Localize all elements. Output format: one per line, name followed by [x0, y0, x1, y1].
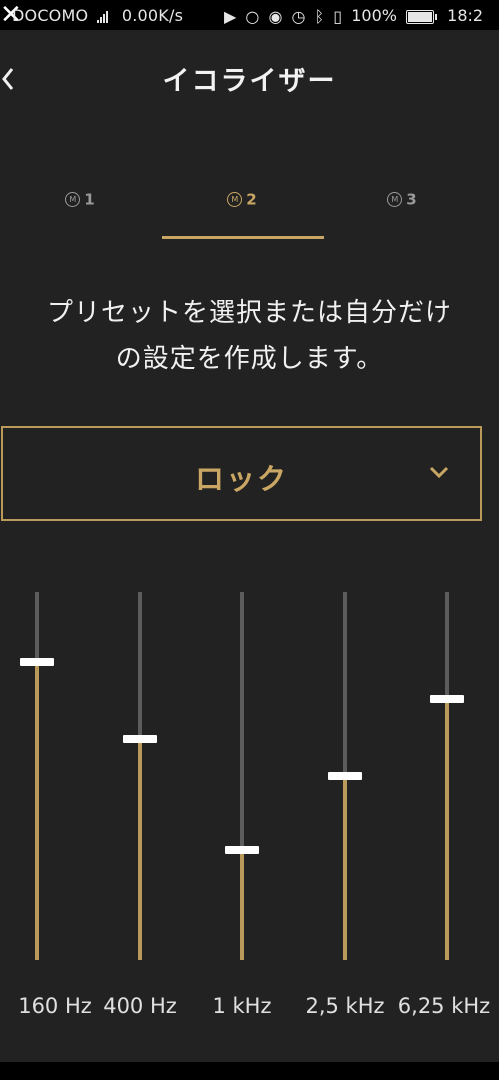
page-title: イコライザー — [162, 66, 337, 97]
frequency-label: 2,5 kHz — [305, 994, 385, 1018]
vibrate-icon: ▯ — [333, 7, 343, 26]
status-bar: ✕ DOCOMO 0.00K/s ▶ ○ ◉ ◷ ᛒ ▯ 100% 18:2 — [0, 0, 499, 30]
chevron-down-icon — [429, 466, 449, 479]
active-tab-indicator — [162, 236, 324, 239]
frequency-label: 1 kHz — [212, 994, 272, 1018]
slider-fill — [445, 698, 449, 960]
equalizer-sliders — [0, 560, 499, 980]
status-time: 18:2 — [447, 6, 484, 25]
slider-thumb[interactable] — [20, 657, 54, 666]
signal-icon — [96, 10, 111, 23]
slider-fill — [35, 661, 39, 960]
tab-label: 3 — [406, 190, 417, 209]
eq-band-slider[interactable] — [417, 560, 477, 980]
sync-icon: ○ — [245, 7, 260, 26]
slider-thumb[interactable] — [328, 772, 362, 780]
memory-m-icon: M — [65, 192, 81, 207]
description-line-1: プリセットを選択または自分だけ — [46, 298, 452, 328]
frequency-label: 400 Hz — [103, 994, 177, 1018]
app-header: イコライザー — [0, 55, 499, 105]
frequency-labels: 160 Hz 400 Hz 1 kHz 2,5 kHz 6,25 kHz — [0, 994, 499, 1024]
battery-icon — [406, 9, 438, 24]
memory-m-icon: M — [387, 192, 403, 207]
battery-percent: 100% — [351, 6, 397, 25]
slider-fill — [138, 739, 142, 960]
slider-thumb[interactable] — [123, 735, 157, 744]
description-line-2: の設定を作成します。 — [115, 344, 384, 374]
frequency-label: 6,25 kHz — [397, 994, 491, 1018]
alarm-icon: ◷ — [291, 7, 306, 26]
description-text: プリセットを選択または自分だけ の設定を作成します。 — [0, 290, 499, 382]
eq-band-slider[interactable] — [315, 560, 375, 980]
slider-fill — [240, 849, 244, 960]
play-icon: ▶ — [224, 7, 237, 26]
eq-band-slider[interactable] — [212, 560, 272, 980]
tab-label: 2 — [246, 190, 257, 209]
preset-selected-value: ロック — [194, 462, 288, 496]
memory-m-icon: M — [227, 192, 243, 207]
bluetooth-icon: ᛒ — [314, 7, 325, 26]
network-speed: 0.00K/s — [121, 6, 184, 25]
carrier-name: DOCOMO — [12, 6, 89, 25]
eq-band-slider[interactable] — [7, 560, 67, 980]
slider-fill — [343, 776, 347, 960]
tab-m3[interactable]: M3 — [322, 190, 482, 240]
slider-thumb[interactable] — [430, 694, 464, 703]
tab-m1[interactable]: M1 — [0, 190, 160, 240]
tab-label: 1 — [84, 190, 95, 209]
tab-m2[interactable]: M2 — [162, 190, 322, 240]
preset-dropdown[interactable]: ロック — [1, 426, 482, 521]
slider-thumb[interactable] — [225, 845, 259, 854]
memory-tabs: M1 M2 M3 — [0, 158, 499, 209]
eye-icon: ◉ — [268, 7, 283, 26]
eq-band-slider[interactable] — [110, 560, 170, 980]
